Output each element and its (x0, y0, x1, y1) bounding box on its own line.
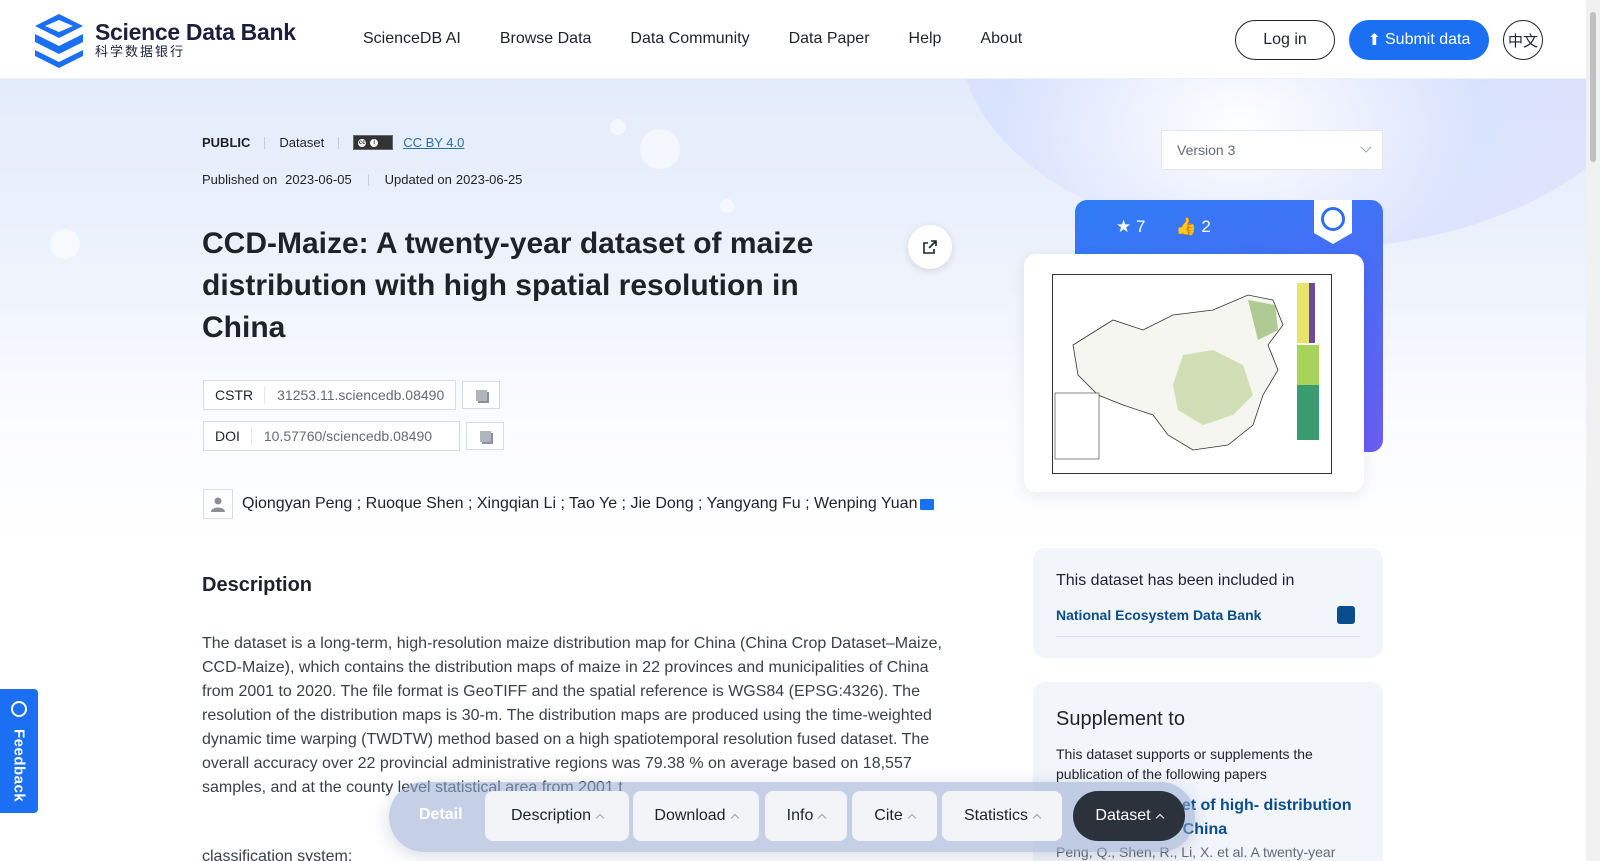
feedback-tab[interactable]: Feedback (0, 689, 38, 813)
divider (264, 136, 266, 149)
site-logo[interactable]: Science Data Bank 科学数据银行 (31, 12, 296, 68)
detail-dock: Detail Description Download Info Cite St… (389, 782, 1195, 852)
cstr-label: CSTR (204, 386, 266, 404)
stars-value: 7 (1135, 217, 1146, 236)
mail-icon[interactable] (920, 498, 935, 510)
login-button[interactable]: Log in (1235, 20, 1335, 60)
nav-data-paper[interactable]: Data Paper (789, 30, 870, 48)
star-count[interactable]: ★ 7 (1116, 217, 1145, 237)
dataset-dates: Published on 2023-06-05 Updated on 2023-… (202, 172, 522, 187)
logo-subtitle: 科学数据银行 (95, 44, 186, 59)
copy-doi-button[interactable] (466, 422, 504, 450)
molecule-decoration (50, 229, 80, 259)
dock-cite-button[interactable]: Cite (852, 791, 937, 841)
chevron-down-icon (1360, 141, 1372, 153)
submit-data-label: Submit data (1385, 31, 1471, 48)
chevron-up-icon (1155, 813, 1164, 823)
molecule-decoration (610, 119, 626, 135)
molecule-decoration (720, 199, 734, 213)
supplement-title: Supplement to (1056, 708, 1185, 730)
logo-title: Science Data Bank (95, 19, 296, 45)
updated-label: Updated on (384, 172, 452, 187)
updated-date: 2023-06-25 (455, 172, 523, 187)
license-link[interactable]: CC BY 4.0 (403, 135, 464, 150)
upload-icon: ⬆ (1367, 32, 1381, 49)
divider (1056, 636, 1360, 637)
description-next-line: classification system: (202, 848, 353, 861)
feedback-label: Feedback (10, 729, 28, 803)
included-in-card: This dataset has been included in Nation… (1033, 548, 1383, 658)
scrollbar-thumb[interactable] (1590, 12, 1596, 162)
thumbs-up-icon: 👍 (1175, 217, 1197, 236)
cstr-field: CSTR 31253.11.sciencedb.08490 (203, 380, 456, 410)
nav-help[interactable]: Help (909, 30, 942, 48)
link-icon[interactable] (1337, 606, 1355, 624)
dock-cite-label: Cite (874, 807, 903, 824)
map-image (1052, 274, 1332, 474)
share-button[interactable] (908, 225, 952, 269)
dock-statistics-button[interactable]: Statistics (942, 791, 1062, 841)
cstr-value: 31253.11.sciencedb.08490 (277, 387, 445, 403)
dataset-type: Dataset (279, 135, 325, 150)
included-link[interactable]: National Ecosystem Data Bank (1056, 607, 1261, 623)
nav-sciencedb-ai[interactable]: ScienceDB AI (363, 30, 461, 48)
dock-dataset-label: Dataset (1095, 807, 1151, 824)
description-heading: Description (202, 574, 313, 596)
published-date: 2023-06-05 (285, 172, 352, 187)
author-list: Qiongyan Peng ; Ruoque Shen ; Xingqian L… (203, 489, 935, 519)
page-scrollbar[interactable] (1586, 0, 1600, 861)
feedback-icon (11, 701, 27, 717)
cc-license-icon: cc i (353, 135, 394, 150)
stats-row: ★ 7 👍 2 (1116, 217, 1211, 237)
dock-description-button[interactable]: Description (485, 791, 629, 841)
authors-text[interactable]: Qiongyan Peng ; Ruoque Shen ; Xingqian L… (242, 495, 917, 513)
dock-download-button[interactable]: Download (633, 791, 759, 841)
dock-statistics-label: Statistics (963, 807, 1028, 824)
star-icon: ★ (1116, 217, 1132, 236)
page-title: CCD-Maize: A twenty-year dataset of maiz… (202, 227, 814, 344)
doi-field: DOI 10.57760/sciencedb.08490 (203, 421, 460, 451)
dataset-thumbnail[interactable] (1024, 254, 1364, 492)
dock-dataset-button[interactable]: Dataset (1073, 791, 1185, 841)
description-text: The dataset is a long-term, high-resolut… (202, 635, 942, 796)
copy-icon (475, 389, 487, 401)
china-map-illustration (1054, 283, 1319, 460)
language-toggle[interactable]: 中文 (1503, 20, 1543, 60)
dock-label: Detail (419, 806, 463, 823)
top-header: Science Data Bank 科学数据银行 ScienceDB AI Br… (0, 0, 1586, 79)
divider (367, 173, 369, 186)
person-icon (203, 489, 233, 519)
version-select[interactable]: Version 3 (1161, 130, 1383, 170)
dock-description-label: Description (510, 807, 592, 824)
supplement-text: This dataset supports or supplements the… (1056, 746, 1313, 782)
chevron-up-icon (730, 813, 739, 823)
included-title: This dataset has been included in (1056, 572, 1295, 589)
chevron-up-icon (1032, 813, 1042, 823)
doi-value: 10.57760/sciencedb.08490 (263, 428, 433, 444)
version-value: Version 3 (1177, 142, 1236, 158)
logo-icon (35, 14, 83, 68)
nav-data-community[interactable]: Data Community (630, 30, 749, 48)
copy-icon (479, 430, 491, 442)
chevron-up-icon (818, 813, 827, 823)
dock-info-button[interactable]: Info (765, 791, 847, 841)
chevron-up-icon (907, 813, 916, 823)
copy-cstr-button[interactable] (462, 381, 500, 409)
chevron-up-icon (595, 813, 605, 823)
visibility-badge: PUBLIC (202, 135, 251, 150)
nav-browse-data[interactable]: Browse Data (500, 30, 592, 48)
dataset-meta: PUBLIC Dataset cc i CC BY 4.0 (202, 135, 464, 150)
dock-info-label: Info (786, 807, 814, 824)
dock-download-label: Download (654, 807, 726, 824)
likes-value: 2 (1201, 217, 1211, 236)
submit-data-button[interactable]: ⬆ Submit data (1349, 20, 1489, 60)
published-label: Published on (202, 172, 278, 187)
like-count[interactable]: 👍 2 (1175, 217, 1210, 237)
divider (338, 136, 340, 149)
nav-about[interactable]: About (980, 30, 1022, 48)
main-nav: ScienceDB AI Browse Data Data Community … (363, 30, 1061, 48)
doi-label: DOI (204, 427, 252, 445)
molecule-decoration (640, 129, 680, 169)
external-link-icon (923, 240, 937, 254)
